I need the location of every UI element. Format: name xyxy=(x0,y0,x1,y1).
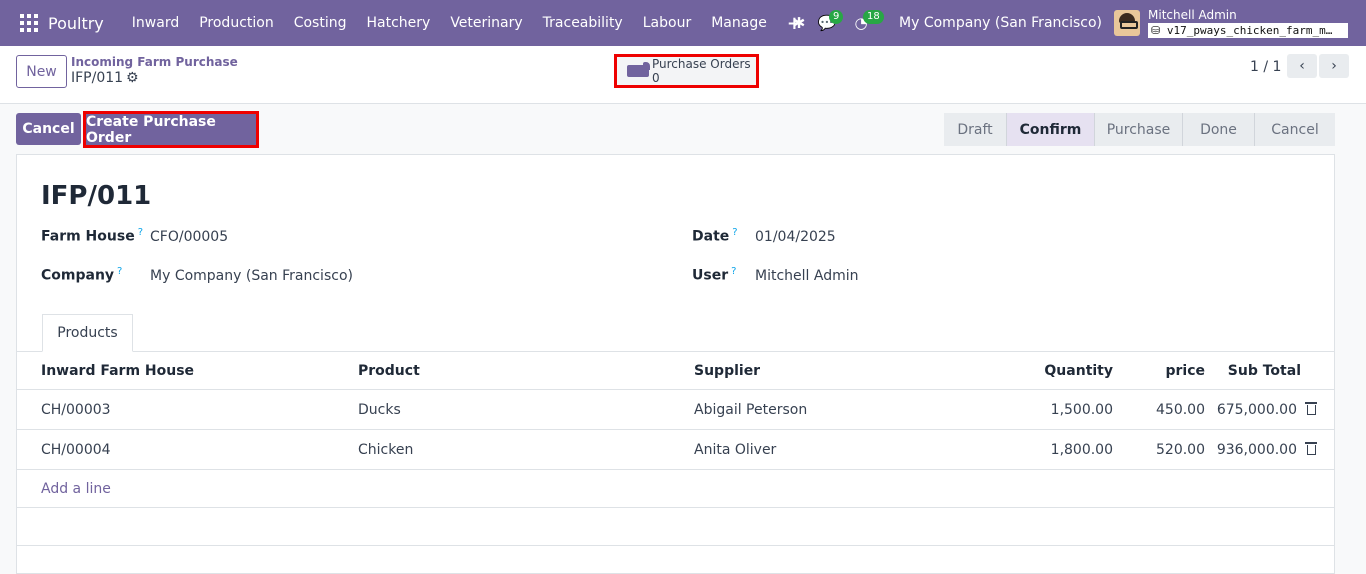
user-menu[interactable]: Mitchell Admin ⛁ v17_pways_chicken_farm_… xyxy=(1148,7,1348,38)
clock-icon[interactable]: ◔ 18 xyxy=(847,0,884,46)
status-draft[interactable]: Draft xyxy=(944,113,1007,146)
tab-products[interactable]: Products xyxy=(42,314,133,352)
table-header: Inward Farm House Product Supplier Quant… xyxy=(17,352,1334,390)
purchase-orders-smart-button[interactable]: Purchase Orders 0 xyxy=(614,54,759,88)
date-label: Date? xyxy=(692,227,738,245)
smart-button-count: 0 xyxy=(652,71,660,85)
header-product[interactable]: Product xyxy=(358,352,420,389)
user-name: Mitchell Admin xyxy=(1148,7,1237,22)
breadcrumb-parent[interactable]: Incoming Farm Purchase xyxy=(71,55,238,69)
trash-icon[interactable] xyxy=(1305,390,1317,429)
empty-row xyxy=(17,508,1334,546)
menu-costing[interactable]: Costing xyxy=(284,0,357,46)
farm-house-label: Farm House? xyxy=(41,227,143,245)
menu-manage[interactable]: Manage xyxy=(701,0,777,46)
help-icon[interactable]: ? xyxy=(138,227,143,238)
menu-traceability[interactable]: Traceability xyxy=(533,0,633,46)
cancel-button[interactable]: Cancel xyxy=(16,113,81,145)
cell-product: Chicken xyxy=(358,441,414,458)
add-line-link[interactable]: Add a line xyxy=(41,470,111,507)
record-title: IFP/011 xyxy=(41,181,152,211)
company-switcher[interactable]: My Company (San Francisco) xyxy=(899,15,1102,31)
navbar-systray: ✱ 💬 9 ◔ 18 My Company (San Francisco) Mitc… xyxy=(785,0,1366,46)
status-purchase[interactable]: Purchase xyxy=(1095,113,1183,146)
header-inward-farm-house[interactable]: Inward Farm House xyxy=(41,352,194,389)
status-confirm[interactable]: Confirm xyxy=(1007,113,1095,146)
pager-previous-button[interactable]: ‹ xyxy=(1287,54,1317,78)
cell-quantity: 1,800.00 xyxy=(1050,441,1113,458)
gear-icon[interactable]: ⚙ xyxy=(126,70,139,86)
chevron-left-icon: ‹ xyxy=(1299,58,1305,74)
date-field[interactable]: 01/04/2025 xyxy=(755,229,836,245)
bug-icon[interactable]: ✱ xyxy=(785,0,813,46)
trash-icon[interactable] xyxy=(1305,430,1317,469)
form-sheet: IFP/011 Farm House? CFO/00005 Company? M… xyxy=(16,154,1335,574)
cell-supplier: Anita Oliver xyxy=(694,441,777,458)
chevron-right-icon: › xyxy=(1331,58,1337,74)
cell-price: 520.00 xyxy=(1156,441,1205,458)
status-cancel[interactable]: Cancel xyxy=(1255,113,1335,146)
create-purchase-order-button[interactable]: Create Purchase Order xyxy=(83,111,259,148)
cell-quantity: 1,500.00 xyxy=(1050,401,1113,418)
header-sub-total[interactable]: Sub Total xyxy=(1207,352,1301,389)
top-navbar: Poultry Inward Production Costing Hatche… xyxy=(0,0,1366,46)
farm-house-field[interactable]: CFO/00005 xyxy=(150,229,228,245)
cell-inward-farm-house: CH/00004 xyxy=(41,441,111,458)
add-line-row: Add a line xyxy=(17,470,1334,508)
menu-hatchery[interactable]: Hatchery xyxy=(356,0,440,46)
cell-price: 450.00 xyxy=(1156,401,1205,418)
messages-badge: 9 xyxy=(829,10,844,24)
menu-inward[interactable]: Inward xyxy=(122,0,189,46)
menu-labour[interactable]: Labour xyxy=(633,0,701,46)
cell-sub-total: 936,000.00 xyxy=(1216,441,1297,458)
breadcrumb-current: IFP/011 xyxy=(71,70,124,86)
pager-next-button[interactable]: › xyxy=(1319,54,1349,78)
cell-product: Ducks xyxy=(358,401,401,418)
activities-badge: 18 xyxy=(863,10,884,24)
cell-sub-total: 675,000.00 xyxy=(1216,401,1297,418)
menu-veterinary[interactable]: Veterinary xyxy=(440,0,532,46)
cell-supplier: Abigail Peterson xyxy=(694,401,808,418)
database-name: ⛁ v17_pways_chicken_farm_m… xyxy=(1148,22,1348,38)
menu-production[interactable]: Production xyxy=(189,0,283,46)
app-brand[interactable]: Poultry xyxy=(48,14,104,33)
help-icon[interactable]: ? xyxy=(731,266,736,277)
avatar[interactable] xyxy=(1114,10,1140,36)
smart-button-label: Purchase Orders xyxy=(652,57,751,71)
user-field[interactable]: Mitchell Admin xyxy=(755,268,859,284)
status-done[interactable]: Done xyxy=(1183,113,1255,146)
chat-icon[interactable]: 💬 9 xyxy=(813,0,844,46)
table-row[interactable]: CH/00004 Chicken Anita Oliver 1,800.00 5… xyxy=(17,430,1334,470)
control-panel: New Incoming Farm Purchase IFP/011 ⚙ Pur… xyxy=(0,46,1366,104)
truck-icon xyxy=(627,62,650,77)
table-row[interactable]: CH/00003 Ducks Abigail Peterson 1,500.00… xyxy=(17,390,1334,430)
company-field[interactable]: My Company (San Francisco) xyxy=(150,268,353,284)
header-price[interactable]: price xyxy=(1127,352,1205,389)
header-quantity[interactable]: Quantity xyxy=(1013,352,1113,389)
user-label: User? xyxy=(692,266,737,284)
help-icon[interactable]: ? xyxy=(732,227,737,238)
new-button[interactable]: New xyxy=(16,55,67,88)
main-menu: Inward Production Costing Hatchery Veter… xyxy=(122,0,777,46)
company-label: Company? xyxy=(41,266,123,284)
status-bar: Draft Confirm Purchase Done Cancel xyxy=(944,113,1335,146)
help-icon[interactable]: ? xyxy=(117,266,122,277)
cell-inward-farm-house: CH/00003 xyxy=(41,401,111,418)
apps-menu-icon[interactable] xyxy=(16,10,42,36)
pager-value[interactable]: 1 / 1 xyxy=(1250,59,1281,75)
header-supplier[interactable]: Supplier xyxy=(694,352,760,389)
